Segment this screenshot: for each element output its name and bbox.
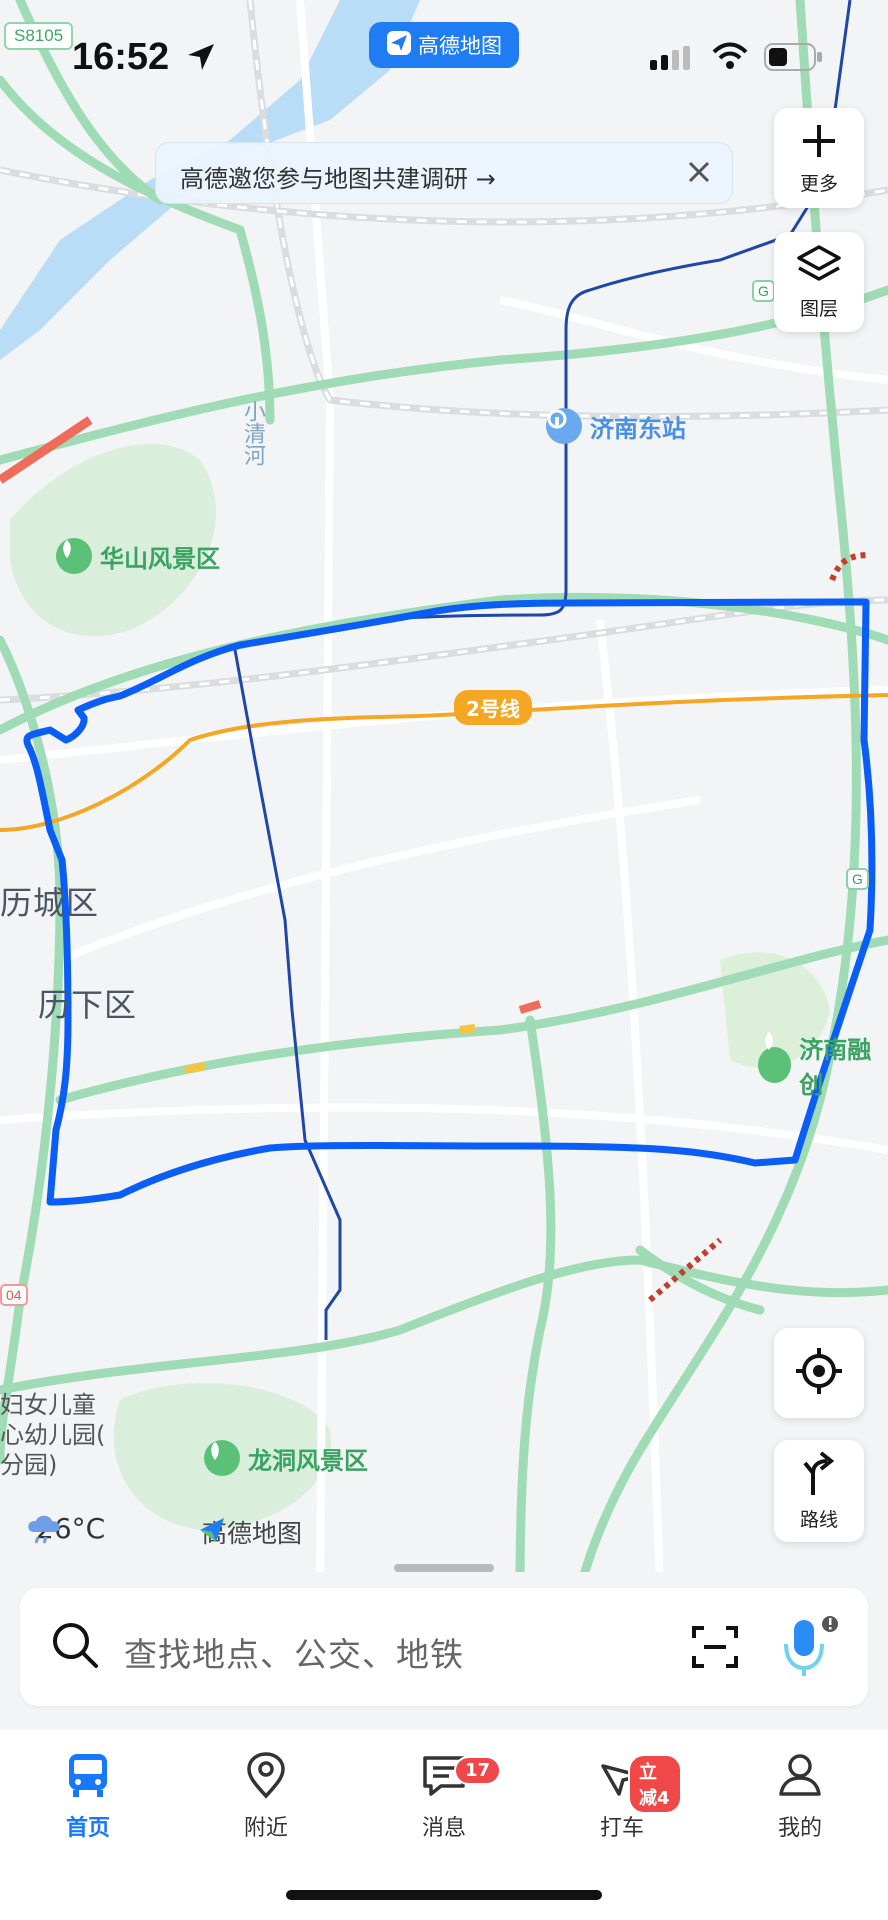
microphone-icon[interactable]: [780, 1614, 842, 1684]
highway-shield: 04: [0, 1284, 28, 1306]
huashan-label: 华山风景区: [100, 544, 220, 573]
longdong-poi[interactable]: 龙洞风景区: [204, 1440, 368, 1476]
wifi-icon: [712, 42, 748, 74]
kindergarten-line: 妇女儿童: [0, 1391, 96, 1419]
layers-button[interactable]: 图层: [774, 232, 864, 332]
sheet-drag-handle[interactable]: [394, 1564, 494, 1572]
amap-logo-icon: [386, 30, 412, 61]
more-button[interactable]: 更多: [774, 108, 864, 208]
ronghui-label: 济南融创: [799, 1036, 872, 1099]
park-icon: [204, 1440, 240, 1476]
tab-profile[interactable]: 我的: [740, 1750, 860, 1842]
tab-label: 附近: [243, 1816, 288, 1841]
more-label: 更多: [799, 172, 838, 195]
route-label: 路线: [799, 1508, 838, 1531]
locate-button[interactable]: [774, 1328, 864, 1418]
huashan-poi[interactable]: 华山风景区: [56, 538, 220, 574]
metro-line-label: 2号线: [454, 690, 532, 725]
district-label-lixia: 历下区: [38, 986, 138, 1024]
status-time: 16:52: [72, 36, 170, 78]
status-bar: S8105 16:52 高德地图: [0, 0, 888, 110]
kindergarten-label: 妇女儿童 心幼儿园( 分园): [0, 1390, 105, 1480]
bus-icon: [63, 1750, 113, 1804]
signal-icon: [650, 46, 694, 76]
route-fork-icon: [799, 1450, 839, 1501]
banner-text: 高德邀您参与地图共建调研 →: [180, 165, 496, 193]
highway-shield: G: [846, 868, 869, 890]
scan-icon[interactable]: [690, 1622, 740, 1676]
tab-label: 打车: [599, 1816, 644, 1841]
tab-messages[interactable]: 消息 17: [384, 1750, 504, 1842]
kindergarten-line: 心幼儿园(: [0, 1421, 106, 1449]
route-button[interactable]: 路线: [774, 1440, 864, 1542]
location-arrow-icon: [186, 42, 216, 76]
tab-label: 我的: [777, 1816, 822, 1841]
layers-label: 图层: [799, 297, 838, 320]
home-indicator: [286, 1890, 602, 1900]
map-canvas[interactable]: 济南东站 华山风景区 济南融创 龙洞风景区 2号线 历城区 历下区 小清河 妇女…: [0, 0, 888, 1590]
map-roads: [0, 0, 888, 1590]
ronghui-poi[interactable]: 济南融创: [758, 1030, 888, 1100]
weather-widget[interactable]: 26°C: [24, 1512, 105, 1545]
app-indicator-pill[interactable]: 高德地图: [369, 22, 519, 68]
crosshair-icon: [794, 1346, 844, 1400]
district-label-licheng: 历城区: [0, 884, 100, 922]
tab-label: 首页: [65, 1816, 110, 1841]
message-count-badge: 17: [454, 1756, 502, 1785]
search-icon: [50, 1620, 100, 1674]
search-bar[interactable]: 查找地点、公交、地铁: [20, 1588, 868, 1706]
promo-badge: 立减4: [628, 1754, 682, 1814]
park-icon: [758, 1032, 792, 1083]
tab-label: 消息: [421, 1816, 466, 1841]
station-poi[interactable]: 济南东站: [546, 408, 686, 444]
kindergarten-line: 分园): [0, 1451, 58, 1479]
road-badge: S8105: [4, 22, 74, 50]
longdong-label: 龙洞风景区: [248, 1446, 368, 1475]
train-station-icon: [546, 408, 582, 444]
brand-watermark: 高德地图: [196, 1514, 302, 1550]
app-name: 高德地图: [418, 34, 502, 58]
park-icon: [56, 538, 92, 574]
survey-banner[interactable]: 高德邀您参与地图共建调研 →: [155, 142, 733, 204]
close-icon[interactable]: [682, 155, 716, 189]
plus-icon: [799, 121, 839, 165]
river-label: 小清河: [240, 400, 265, 466]
battery-icon: [764, 42, 824, 76]
user-icon: [775, 1750, 825, 1804]
tab-taxi[interactable]: 打车 立减4: [562, 1750, 682, 1842]
station-label: 济南东站: [590, 414, 686, 443]
search-input[interactable]: 查找地点、公交、地铁: [124, 1628, 464, 1676]
tab-nearby[interactable]: 附近: [206, 1750, 326, 1842]
layers-icon: [796, 244, 842, 290]
location-pin-icon: [241, 1750, 291, 1804]
tab-home[interactable]: 首页: [28, 1750, 148, 1842]
highway-shield: G: [752, 280, 775, 302]
